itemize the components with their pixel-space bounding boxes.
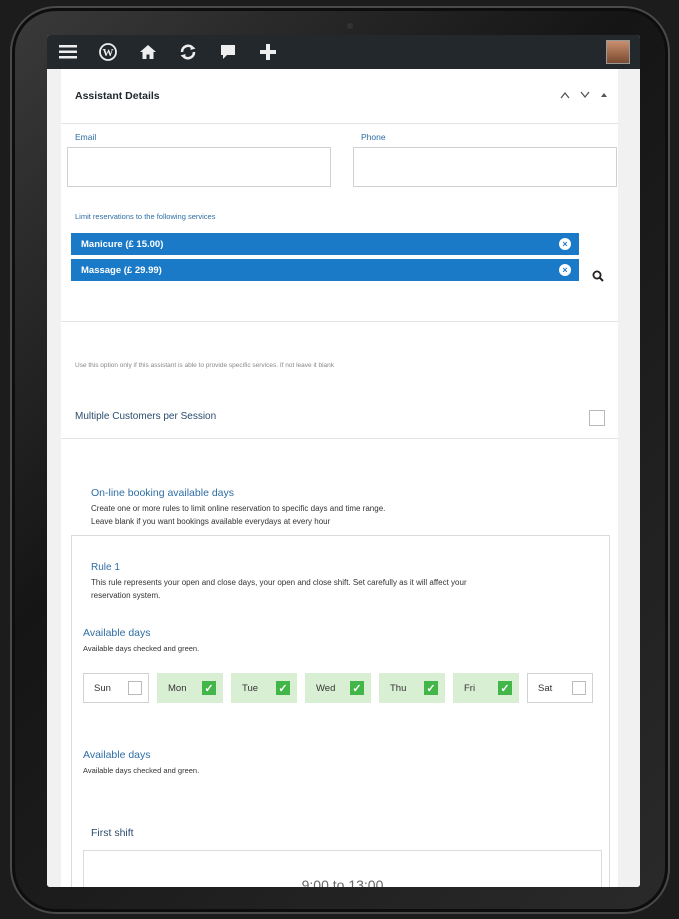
refresh-icon[interactable] bbox=[177, 41, 199, 63]
checkmark-icon[interactable]: ✓ bbox=[424, 681, 438, 695]
day-fri[interactable]: Fri ✓ bbox=[453, 673, 519, 703]
day-wed[interactable]: Wed ✓ bbox=[305, 673, 371, 703]
booking-desc-1: Create one or more rules to limit online… bbox=[91, 504, 386, 513]
service-chip-label: Massage (£ 29.99) bbox=[81, 264, 162, 276]
checkmark-icon[interactable]: ✓ bbox=[276, 681, 290, 695]
multiple-customers-label: Multiple Customers per Session bbox=[75, 411, 217, 422]
divider bbox=[61, 321, 618, 322]
day-mon[interactable]: Mon ✓ bbox=[157, 673, 223, 703]
day-tue[interactable]: Tue ✓ bbox=[231, 673, 297, 703]
email-label: Email bbox=[75, 132, 97, 142]
day-label: Thu bbox=[390, 682, 407, 694]
admin-bar: W bbox=[47, 35, 640, 69]
available-days-desc-2: Available days checked and green. bbox=[83, 766, 200, 775]
rule-desc-1: This rule represents your open and close… bbox=[91, 578, 467, 587]
day-label: Wed bbox=[316, 682, 336, 694]
screen: W Assistant Details Email Phone Limit re… bbox=[47, 35, 640, 887]
services-label: Limit reservations to the following serv… bbox=[75, 212, 216, 221]
booking-desc-2: Leave blank if you want bookings availab… bbox=[91, 517, 331, 526]
day-label: Sat bbox=[538, 682, 553, 694]
day-label: Sun bbox=[94, 682, 111, 694]
svg-text:W: W bbox=[103, 47, 114, 59]
remove-icon[interactable]: × bbox=[559, 264, 571, 276]
multiple-customers-checkbox[interactable] bbox=[589, 410, 605, 426]
menu-icon[interactable] bbox=[57, 41, 79, 63]
phone-field[interactable] bbox=[353, 147, 617, 187]
panel-controls bbox=[560, 90, 618, 102]
wordpress-icon[interactable]: W bbox=[97, 41, 119, 63]
search-icon[interactable] bbox=[592, 270, 604, 285]
service-chip-massage[interactable]: Massage (£ 29.99) × bbox=[71, 259, 579, 281]
rule-desc-2: reservation system. bbox=[91, 591, 161, 600]
remove-icon[interactable]: × bbox=[559, 238, 571, 250]
shift-slider-box: 9:00 to 13:00 bbox=[83, 850, 602, 887]
user-avatar[interactable] bbox=[606, 40, 630, 64]
checkmark-icon[interactable]: ✓ bbox=[350, 681, 364, 695]
move-down-icon[interactable] bbox=[580, 90, 590, 102]
day-checkbox[interactable] bbox=[572, 681, 586, 695]
booking-title: On-line booking available days bbox=[91, 487, 235, 499]
divider bbox=[61, 438, 618, 439]
shift-range-text: 9:00 to 13:00 bbox=[301, 877, 384, 887]
checkmark-icon[interactable]: ✓ bbox=[498, 681, 512, 695]
day-sun[interactable]: Sun bbox=[83, 673, 149, 703]
service-chip-manicure[interactable]: Manicure (£ 15.00) × bbox=[71, 233, 579, 255]
email-field[interactable] bbox=[67, 147, 331, 187]
panel-header: Assistant Details bbox=[61, 69, 618, 124]
day-checkbox[interactable] bbox=[128, 681, 142, 695]
day-label: Mon bbox=[168, 682, 187, 694]
available-days-title-2: Available days bbox=[83, 749, 151, 761]
available-days-title: Available days bbox=[83, 627, 151, 639]
services-hint: Use this option only if this assistant i… bbox=[75, 362, 335, 369]
checkmark-icon[interactable]: ✓ bbox=[202, 681, 216, 695]
plus-icon[interactable] bbox=[257, 41, 279, 63]
comment-icon[interactable] bbox=[217, 41, 239, 63]
camera-dot bbox=[347, 23, 353, 29]
phone-label: Phone bbox=[361, 132, 386, 142]
collapse-icon[interactable] bbox=[600, 90, 608, 102]
rule-title: Rule 1 bbox=[91, 562, 120, 573]
home-icon[interactable] bbox=[137, 41, 159, 63]
service-chip-label: Manicure (£ 15.00) bbox=[81, 238, 164, 250]
day-sat[interactable]: Sat bbox=[527, 673, 593, 703]
panel-title: Assistant Details bbox=[75, 90, 160, 102]
first-shift-title: First shift bbox=[91, 827, 134, 839]
move-up-icon[interactable] bbox=[560, 90, 570, 102]
available-days-desc: Available days checked and green. bbox=[83, 644, 200, 653]
day-label: Tue bbox=[242, 682, 259, 694]
main-content: Assistant Details Email Phone Limit rese… bbox=[47, 69, 640, 887]
day-thu[interactable]: Thu ✓ bbox=[379, 673, 445, 703]
assistant-panel: Assistant Details Email Phone Limit rese… bbox=[61, 69, 618, 887]
day-label: Fri bbox=[464, 682, 476, 694]
